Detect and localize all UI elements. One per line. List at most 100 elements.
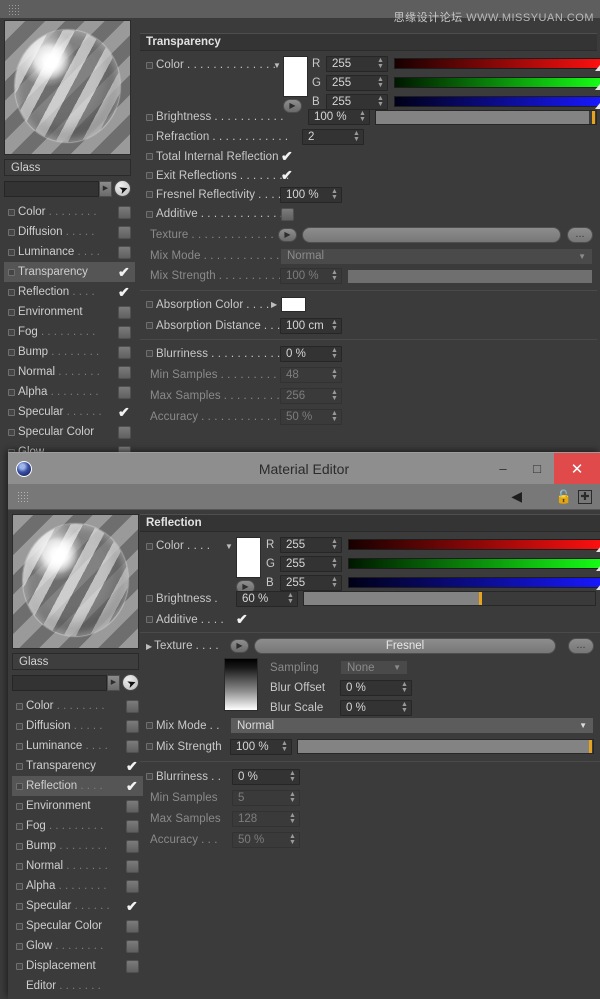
channel-item-displacement[interactable]: Displacement [12, 956, 143, 976]
grip-icon[interactable] [17, 490, 29, 503]
eyedropper-icon[interactable]: ➤ [114, 180, 131, 197]
refl-r-spinner-icon[interactable]: ▲ ▼ [330, 538, 339, 551]
refl-r-gradient-slider[interactable] [348, 539, 600, 552]
fresnel-spinner-icon[interactable]: ▲ ▼ [330, 188, 339, 201]
tir-checkbox[interactable]: ✔ [281, 149, 294, 163]
refl-brightness-spinner-icon[interactable]: ▲ ▼ [286, 592, 295, 605]
blur-offset-spinner-icon[interactable]: ▲ ▼ [400, 681, 409, 694]
accuracy-spinner-icon[interactable]: ▲ ▼ [330, 410, 339, 423]
material-preview-sphere[interactable] [12, 514, 139, 649]
channel-item-reflection[interactable]: Reflection . . . . ✔ [4, 282, 135, 302]
refl-additive-anim-dot[interactable] [146, 616, 153, 623]
channel-anim-dot[interactable] [8, 328, 15, 336]
g-slider-knob[interactable] [595, 84, 600, 90]
refl-r-value-field[interactable]: 255 ▲ ▼ [280, 536, 342, 553]
path-expand-button[interactable]: ▶ [107, 674, 120, 691]
refl-min-samples-value-field[interactable]: 5 ▲ ▼ [232, 789, 300, 806]
channel-checkbox[interactable]: ✔ [118, 264, 135, 281]
refl-texture-browse-button[interactable]: ... [568, 638, 594, 654]
additive-checkbox[interactable] [281, 207, 294, 221]
min-samples-value-field[interactable]: 48 ▲ ▼ [280, 366, 342, 383]
refl-color-expand-chevron-icon[interactable]: ▼ [225, 542, 233, 551]
mix-strength-spinner-icon[interactable]: ▲ ▼ [330, 269, 339, 282]
mix-strength-slider[interactable] [347, 268, 593, 284]
channel-item-editor[interactable]: Editor . . . . . . . [12, 976, 143, 996]
channel-item-bump[interactable]: Bump . . . . . . . . [4, 342, 135, 362]
texture-menu-button[interactable]: ▶ [278, 228, 297, 242]
b-slider-knob[interactable] [595, 103, 600, 109]
material-path-field[interactable] [4, 180, 99, 197]
channel-item-luminance[interactable]: Luminance . . . . [12, 736, 143, 756]
channel-checkbox[interactable] [126, 939, 139, 953]
min-samples-spinner-icon[interactable]: ▲ ▼ [330, 368, 339, 381]
absorption-distance-value-field[interactable]: 100 cm ▲ ▼ [280, 317, 342, 334]
refl-color-swatch[interactable] [236, 537, 261, 578]
brightness-value-field[interactable]: 100 % ▲ ▼ [308, 109, 370, 125]
refl-mix-strength-slider[interactable] [297, 739, 594, 754]
path-expand-button[interactable]: ▶ [99, 180, 112, 197]
channel-item-environment[interactable]: Environment [4, 302, 135, 322]
channel-anim-dot[interactable] [8, 288, 15, 296]
material-name-field[interactable]: Glass [12, 653, 139, 670]
channel-anim-dot[interactable] [16, 922, 23, 930]
channel-checkbox[interactable] [118, 345, 131, 359]
refraction-value-field[interactable]: 2 ▲ ▼ [302, 129, 364, 145]
absorption-distance-spinner-icon[interactable]: ▲ ▼ [330, 319, 339, 332]
channel-anim-dot[interactable] [16, 862, 23, 870]
refl-color-anim-dot[interactable] [146, 542, 153, 550]
eyedropper-icon[interactable]: ➤ [122, 674, 139, 691]
channel-anim-dot[interactable] [8, 408, 15, 416]
accuracy-value-field[interactable]: 50 % ▲ ▼ [280, 408, 342, 425]
channel-item-fog[interactable]: Fog . . . . . . . . . [12, 816, 143, 836]
color-mode-button[interactable]: ▶ [283, 99, 302, 113]
channel-checkbox[interactable] [126, 919, 139, 933]
channel-anim-dot[interactable] [8, 228, 15, 236]
fresnel-anim-dot[interactable] [146, 191, 153, 198]
channel-checkbox[interactable] [118, 305, 131, 319]
channel-anim-dot[interactable] [8, 248, 15, 256]
refl-max-samples-spinner-icon[interactable]: ▲ ▼ [288, 812, 297, 825]
refl-mix-strength-value-field[interactable]: 100 % ▲ ▼ [230, 738, 292, 755]
material-path-field[interactable] [12, 674, 107, 691]
channel-checkbox[interactable] [126, 799, 139, 813]
refl-texture-expand-icon[interactable]: ▶ [146, 642, 152, 651]
g-value-field[interactable]: 255 ▲ ▼ [326, 74, 388, 91]
brightness-slider-handle[interactable] [592, 110, 595, 124]
blur-offset-value-field[interactable]: 0 % ▲ ▼ [340, 679, 412, 696]
refl-g-slider-knob[interactable] [596, 565, 600, 571]
channel-item-alpha[interactable]: Alpha . . . . . . . . [4, 382, 135, 402]
channel-checkbox[interactable] [118, 385, 131, 399]
channel-item-luminance[interactable]: Luminance . . . . [4, 242, 135, 262]
channel-anim-dot[interactable] [16, 722, 23, 730]
window-titlebar[interactable]: Material Editor – □ ✕ [8, 452, 600, 485]
refl-brightness-slider-handle[interactable] [478, 592, 482, 605]
channel-checkbox[interactable] [126, 739, 139, 753]
channel-checkbox[interactable] [126, 859, 139, 873]
g-spinner-icon[interactable]: ▲ ▼ [376, 76, 385, 89]
channel-anim-dot[interactable] [16, 962, 23, 970]
channel-anim-dot[interactable] [8, 388, 15, 396]
channel-item-transparency[interactable]: Transparency ✔ [12, 756, 143, 776]
channel-checkbox[interactable]: ✔ [118, 404, 135, 421]
refl-b-spinner-icon[interactable]: ▲ ▼ [330, 576, 339, 589]
refl-brightness-slider[interactable] [303, 591, 596, 606]
channel-anim-dot[interactable] [8, 268, 15, 276]
refl-texture-menu-button[interactable]: ▶ [230, 639, 249, 653]
refraction-anim-dot[interactable] [146, 133, 153, 141]
channel-checkbox[interactable] [126, 959, 139, 973]
refl-mix-strength-slider-handle[interactable] [589, 740, 592, 753]
refl-g-spinner-icon[interactable]: ▲ ▼ [330, 557, 339, 570]
channel-item-alpha[interactable]: Alpha . . . . . . . . [12, 876, 143, 896]
channel-anim-dot[interactable] [16, 842, 23, 850]
channel-item-normal[interactable]: Normal . . . . . . . [12, 856, 143, 876]
refl-brightness-value-field[interactable]: 60 % ▲ ▼ [236, 590, 298, 607]
color-expand-chevron-icon[interactable]: ▼ [273, 61, 281, 70]
r-spinner-icon[interactable]: ▲ ▼ [376, 57, 385, 70]
additive-anim-dot[interactable] [146, 210, 153, 218]
max-samples-spinner-icon[interactable]: ▲ ▼ [330, 389, 339, 402]
channel-anim-dot[interactable] [8, 208, 15, 216]
channel-anim-dot[interactable] [16, 742, 23, 750]
lock-open-icon[interactable]: 🔓 [556, 489, 572, 505]
blurriness-anim-dot[interactable] [146, 350, 153, 357]
b-gradient-slider[interactable] [394, 96, 600, 109]
